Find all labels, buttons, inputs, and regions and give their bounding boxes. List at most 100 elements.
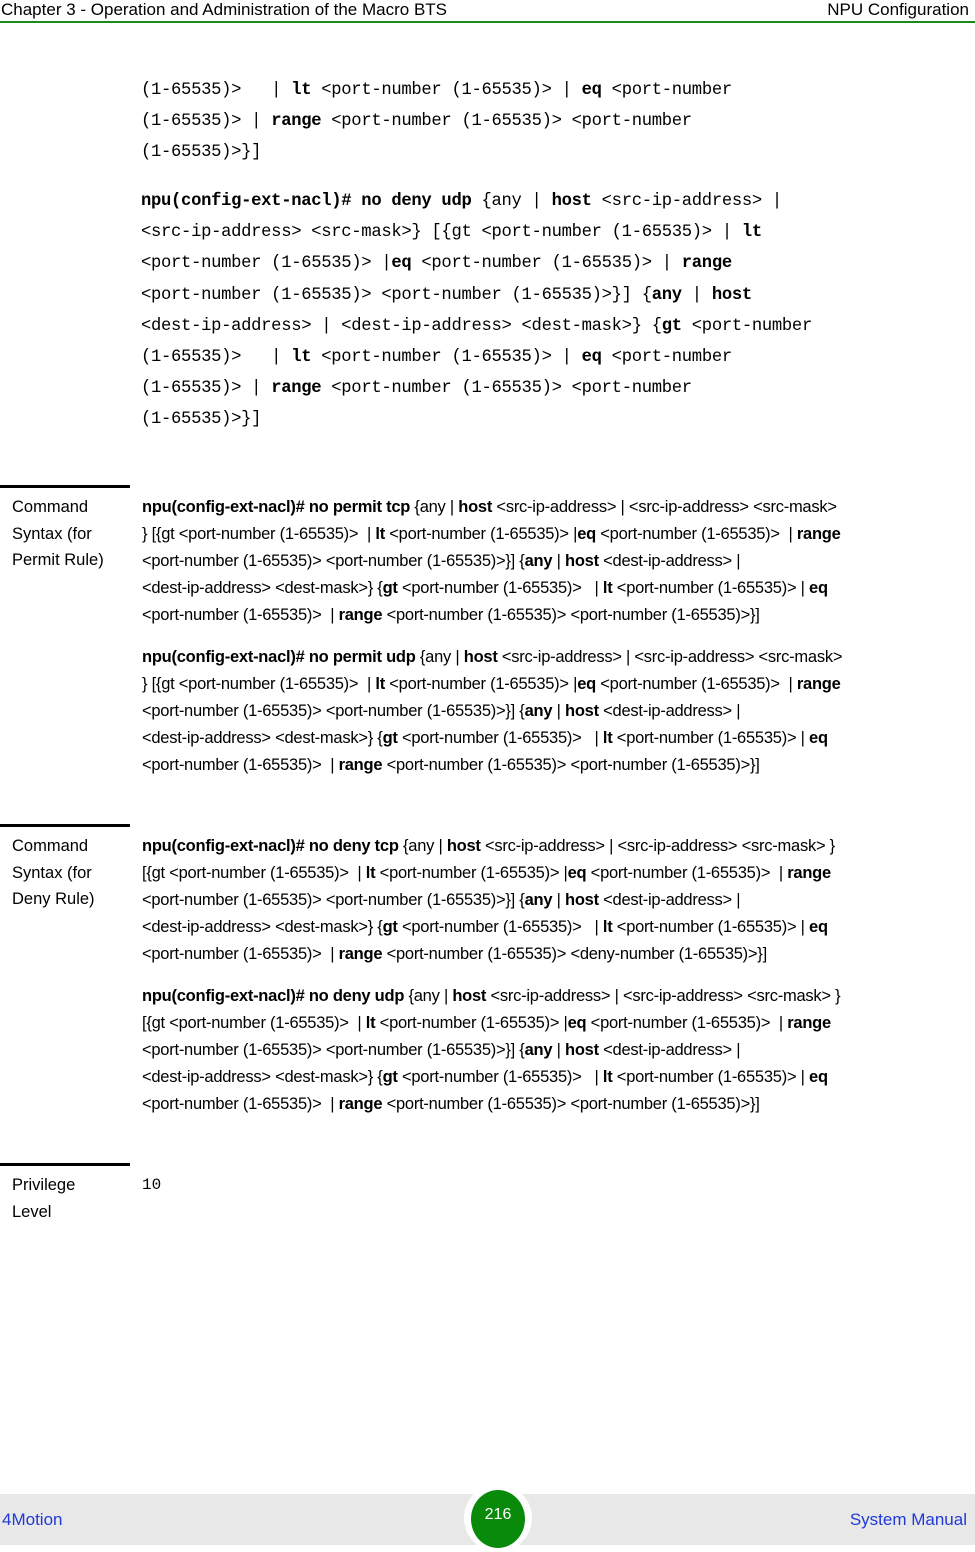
label-line: Permit Rule) xyxy=(12,551,104,569)
keyword: range xyxy=(681,254,732,274)
syntax-text: <port-number (1-65535)> | xyxy=(142,606,339,624)
syntax-text: <src-ip-address> <src-mask>} [{gt <port-… xyxy=(141,223,742,243)
syntax-text: <port-number (1-65535)> | xyxy=(142,1095,339,1113)
keyword: range xyxy=(338,756,383,774)
header-divider xyxy=(0,21,975,23)
syntax-text: <port-number (1-65535)> | xyxy=(141,254,392,274)
keyword: range xyxy=(796,675,841,693)
command-line: npu(config-ext-nacl)# no deny tcp {any |… xyxy=(142,833,972,860)
syntax-text: <src-ip-address> | xyxy=(591,192,783,211)
keyword: gt xyxy=(382,1068,398,1086)
keyword: host xyxy=(463,648,498,666)
syntax-text: <port-number (1-65535)> | xyxy=(375,864,568,882)
syntax-text: [{gt <port-number (1-65535)> | xyxy=(142,864,366,882)
syntax-text: <port-number xyxy=(601,81,732,100)
keyword: range xyxy=(796,525,841,543)
syntax-text: {any | xyxy=(404,987,453,1005)
section-divider xyxy=(0,824,130,827)
command-line: <port-number (1-65535)> | range <port-nu… xyxy=(142,752,972,779)
syntax-text: (1-65535)> | xyxy=(141,347,292,367)
syntax-text: | xyxy=(552,552,565,570)
keyword: lt xyxy=(291,81,312,100)
command-syntax-permit-udp: npu(config-ext-nacl)# no permit udp {any… xyxy=(142,644,972,779)
section-label: Command Syntax (for Permit Rule) xyxy=(12,494,127,574)
keyword: any xyxy=(524,1041,553,1059)
command-line: npu(config-ext-nacl)# no permit udp {any… xyxy=(142,644,972,671)
keyword: npu(config-ext-nacl)# no deny tcp xyxy=(142,837,399,855)
command-syntax-deny-tcp: npu(config-ext-nacl)# no deny tcp {any |… xyxy=(142,833,972,968)
command-line: <port-number (1-65535)> <port-number (1-… xyxy=(142,1037,972,1064)
syntax-text: <port-number (1-65535)> | xyxy=(311,347,582,367)
command-line: (1-65535)> | lt <port-number (1-65535)> … xyxy=(141,75,971,106)
syntax-text: <port-number (1-65535)> <port-number (1-… xyxy=(382,756,760,774)
syntax-text: <port-number (1-65535)> <port-number (1-… xyxy=(142,702,525,720)
syntax-text: (1-65535)> | xyxy=(141,379,272,399)
keyword: eq xyxy=(567,1014,587,1032)
section-divider xyxy=(0,1163,130,1166)
section-divider xyxy=(0,485,130,488)
syntax-text: <port-number (1-65535)> <port-number (1-… xyxy=(142,552,525,570)
keyword: host xyxy=(564,891,599,909)
keyword: range xyxy=(338,1095,383,1113)
keyword: lt xyxy=(365,1014,376,1032)
syntax-text: | xyxy=(552,702,565,720)
syntax-text: <dest-ip-address> <dest-mask>} { xyxy=(142,918,383,936)
no-deny-udp-command-block: npu(config-ext-nacl)# no deny udp {any |… xyxy=(141,186,971,436)
keyword: eq xyxy=(581,81,602,100)
command-line: <src-ip-address> <src-mask>} [{gt <port-… xyxy=(141,217,971,248)
page-footer: 4Motion 216 System Manual xyxy=(0,1484,975,1552)
keyword: range xyxy=(338,606,383,624)
syntax-text: <port-number (1-65535)> | xyxy=(612,1068,810,1086)
command-line: <port-number (1-65535)> |eq <port-number… xyxy=(141,248,971,279)
product-name: 4Motion xyxy=(2,1510,63,1529)
command-line: <dest-ip-address> <dest-mask>} {gt <port… xyxy=(142,914,972,941)
command-line: <port-number (1-65535)> <port-number (1-… xyxy=(142,887,972,914)
keyword: any xyxy=(524,552,553,570)
syntax-text: (1-65535)>}] xyxy=(141,143,262,163)
section-title: NPU Configuration xyxy=(827,0,969,19)
keyword: range xyxy=(787,1014,831,1032)
keyword: lt xyxy=(741,223,762,243)
keyword: any xyxy=(524,891,553,909)
syntax-text: <port-number (1-65535)> | xyxy=(142,756,339,774)
syntax-text: <dest-ip-address> <dest-mask>} { xyxy=(142,1068,383,1086)
syntax-text: <port-number (1-65535)> <port-number xyxy=(321,379,692,399)
command-line: <port-number (1-65535)> | range <port-nu… xyxy=(142,941,972,968)
syntax-text: <port-number (1-65535)> <port-number (1-… xyxy=(141,285,652,305)
syntax-text: } [{gt <port-number (1-65535)> | xyxy=(142,675,376,693)
command-line: npu(config-ext-nacl)# no permit tcp {any… xyxy=(142,494,972,521)
keyword: range xyxy=(787,864,831,882)
keyword: lt xyxy=(375,525,385,543)
keyword: npu(config-ext-nacl)# no permit tcp xyxy=(142,498,411,516)
section-body: npu(config-ext-nacl)# no permit tcp {any… xyxy=(142,494,972,794)
section-label: Privilege Level xyxy=(12,1172,127,1225)
keyword: eq xyxy=(577,525,596,543)
keyword: range xyxy=(271,379,322,399)
command-line: (1-65535)>}] xyxy=(141,404,971,435)
keyword: npu(config-ext-nacl)# no deny udp xyxy=(141,192,472,211)
keyword: eq xyxy=(581,347,602,367)
command-syntax-permit-tcp: npu(config-ext-nacl)# no permit tcp {any… xyxy=(142,494,972,629)
syntax-text: {any | xyxy=(415,648,464,666)
privilege-level-value: 10 xyxy=(142,1176,162,1194)
syntax-text: <dest-ip-address> | xyxy=(598,1041,741,1059)
syntax-text: <src-ip-address> | <src-ip-address> <src… xyxy=(497,648,843,666)
syntax-text: <port-number (1-65535)> | xyxy=(612,729,810,747)
keyword: range xyxy=(271,112,322,132)
command-line: <dest-ip-address> <dest-mask>} {gt <port… xyxy=(142,1064,972,1091)
keyword: host xyxy=(551,192,592,211)
keyword: gt xyxy=(382,918,398,936)
keyword: eq xyxy=(391,254,412,274)
label-line: Command xyxy=(12,498,89,516)
keyword: gt xyxy=(661,316,682,336)
syntax-text: <port-number (1-65535)> <port-number (1-… xyxy=(382,606,760,624)
command-line: (1-65535)> | range <port-number (1-65535… xyxy=(141,373,971,404)
keyword: gt xyxy=(382,729,398,747)
syntax-text: <dest-ip-address> | xyxy=(598,891,741,909)
label-line: Syntax (for xyxy=(12,863,92,882)
keyword: any xyxy=(524,702,553,720)
syntax-text: <port-number xyxy=(601,347,732,367)
syntax-text: } [{gt <port-number (1-65535)> | xyxy=(142,525,376,543)
command-line: [{gt <port-number (1-65535)> | lt <port-… xyxy=(142,1010,972,1037)
keyword: eq xyxy=(809,729,828,747)
